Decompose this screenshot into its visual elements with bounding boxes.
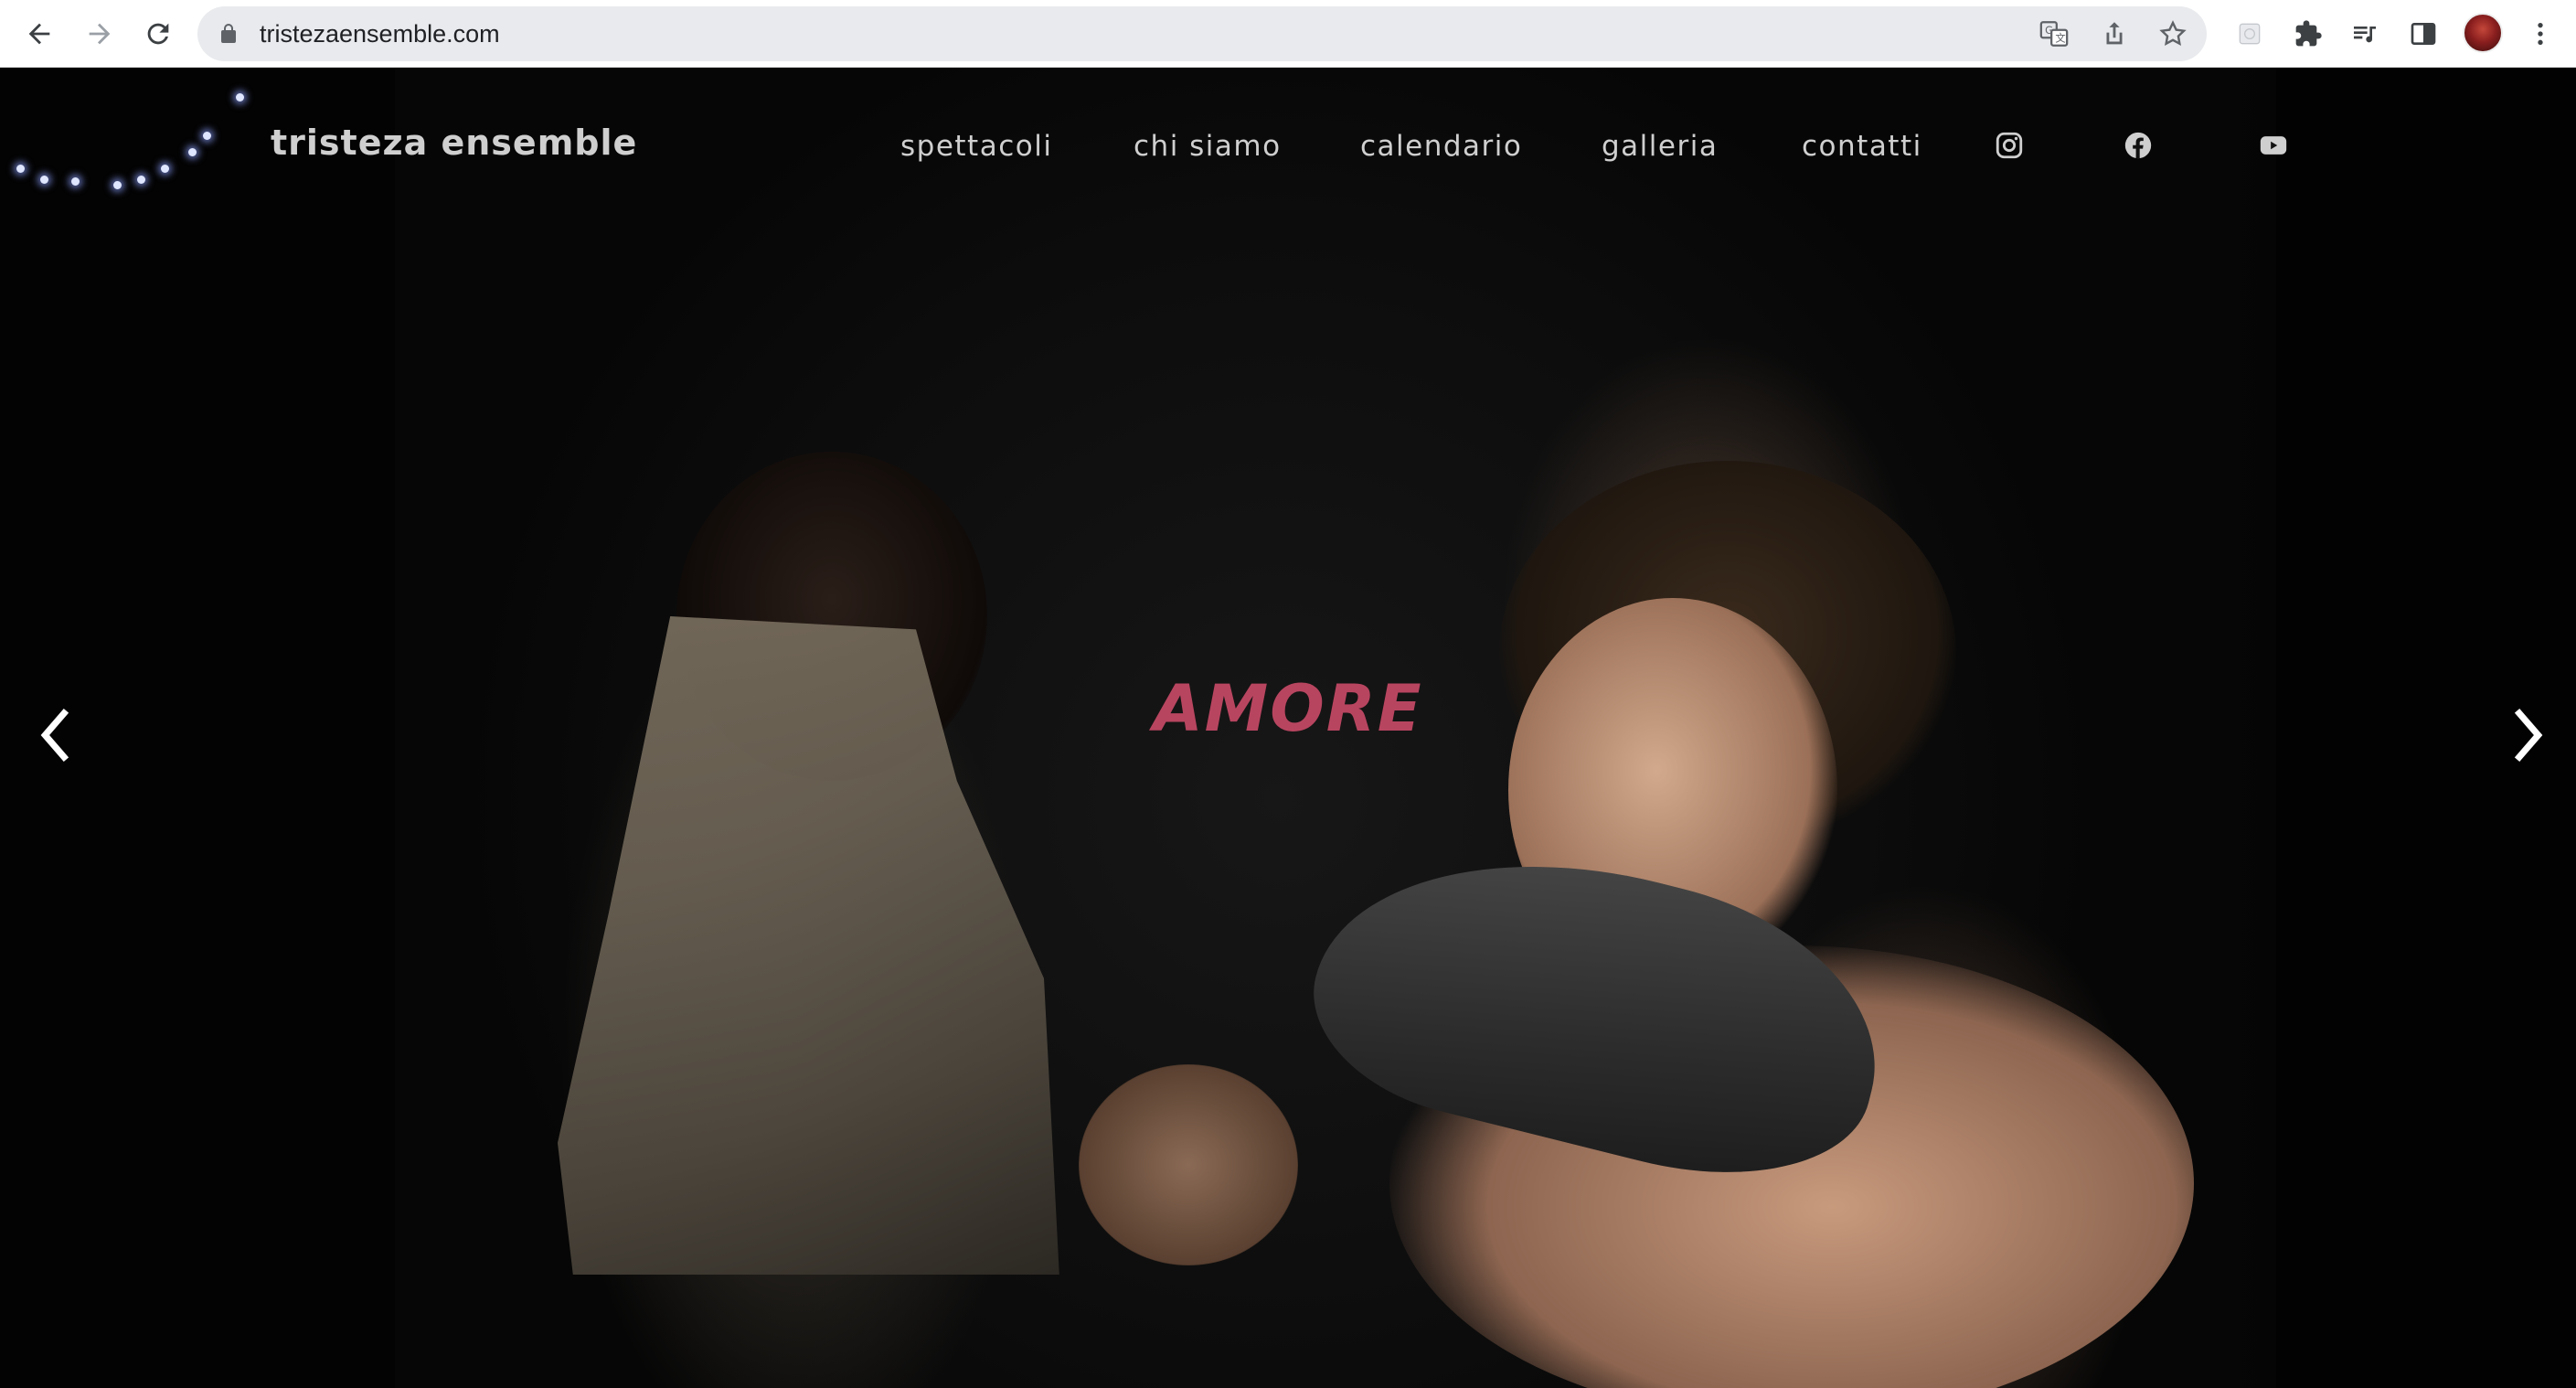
instagram-icon [1996,132,2023,159]
svg-text:G: G [2045,24,2053,37]
slide-title[interactable]: AMORE [1105,671,1471,746]
nav-chi-siamo[interactable]: chi siamo [1134,130,1282,163]
translate-icon[interactable]: G 文 [2038,18,2070,49]
nav-contatti[interactable]: contatti [1802,130,1922,163]
extension-button[interactable] [2230,15,2269,53]
site-logo[interactable]: tristeza ensemble [271,123,637,163]
forward-icon [89,23,111,45]
chevron-right-icon [2514,709,2543,762]
slider-prev-button[interactable] [27,699,82,772]
slider-next-button[interactable] [2501,699,2556,772]
side-panel-icon [2411,23,2436,45]
star-icon[interactable] [2157,18,2188,49]
puzzle-icon [2295,20,2322,47]
youtube-link[interactable] [2258,130,2289,161]
url-text[interactable]: tristezaensemble.com [260,18,500,49]
extension-icon [2239,23,2261,45]
kebab-menu-icon [2538,23,2543,45]
chevron-left-icon [40,709,69,762]
extensions-menu-button[interactable] [2289,15,2327,53]
browser-toolbar: tristezaensemble.com G 文 [0,0,2576,68]
lock-icon [221,24,236,43]
woman-hand [1079,1064,1298,1265]
webpage: tristeza ensemble spettacoli chi siamo c… [0,68,2576,1388]
media-icon [2354,27,2376,43]
forward-button[interactable] [77,11,122,57]
browser-menu-button[interactable] [2521,15,2560,53]
share-icon[interactable] [2099,18,2130,49]
reload-button[interactable] [135,11,181,57]
avatar[interactable] [2463,13,2503,53]
back-icon [28,23,50,45]
youtube-icon [2260,136,2287,155]
back-button[interactable] [16,11,62,57]
nav-spettacoli[interactable]: spettacoli [900,130,1052,163]
nav-galleria[interactable]: galleria [1602,130,1718,163]
media-controls-button[interactable] [2346,15,2384,53]
facebook-icon [2124,132,2152,159]
instagram-link[interactable] [1994,130,2025,161]
side-panel-button[interactable] [2404,15,2443,53]
nav-calendario[interactable]: calendario [1360,130,1522,163]
facebook-link[interactable] [2123,130,2154,161]
svg-text:文: 文 [2055,32,2065,45]
address-bar[interactable]: tristezaensemble.com G 文 [197,6,2207,61]
photo-edge [2203,68,2276,1388]
reload-icon [147,23,169,45]
